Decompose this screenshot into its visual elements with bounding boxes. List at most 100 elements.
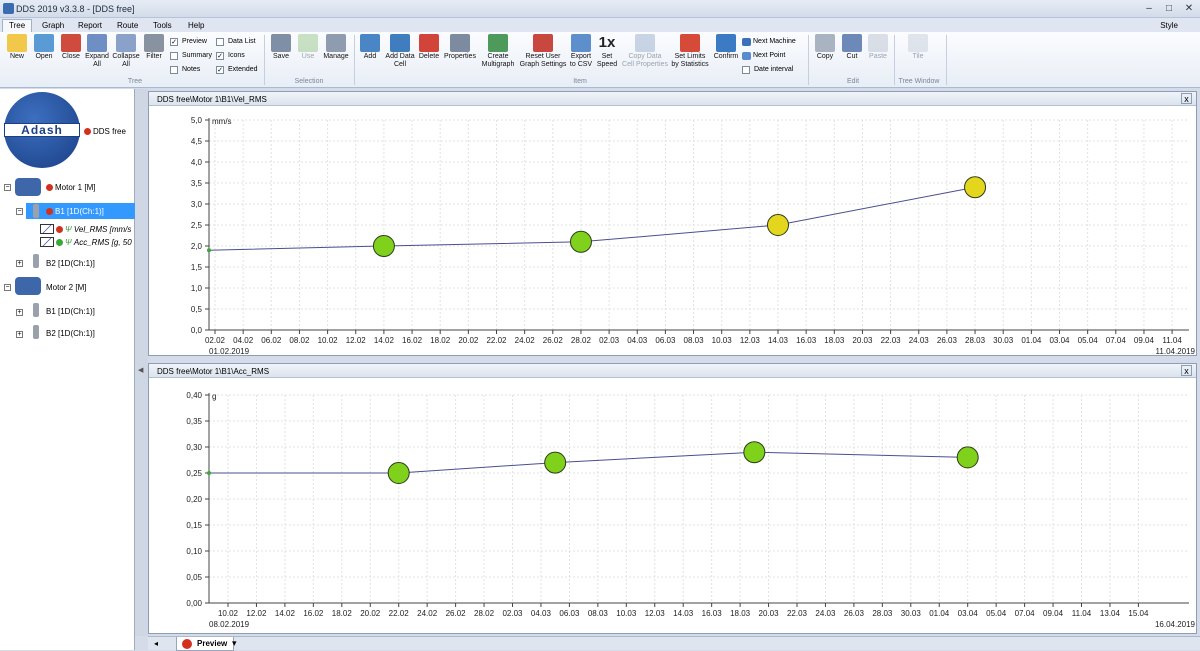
cut-button[interactable]: Cut (841, 34, 863, 61)
tree-root[interactable]: DDS free (84, 127, 126, 136)
x-tick-label: 03.04 (1049, 336, 1070, 345)
tree-node-motor2-b2[interactable]: B2 [1D(Ch:1)] (46, 329, 95, 338)
y-tick-label: 2,5 (191, 221, 203, 230)
tab-report[interactable]: Report (72, 20, 108, 32)
close-chart-button[interactable]: x (1181, 365, 1192, 376)
open-button[interactable]: Open (33, 34, 55, 61)
x-tick-label: 26.02 (446, 609, 467, 618)
tree-node-motor2[interactable]: Motor 2 [M] (46, 283, 86, 292)
x-start-date: 01.02.2019 (209, 347, 250, 355)
x-tick-label: 07.04 (1106, 336, 1127, 345)
statistics-icon (680, 34, 700, 52)
next-point-button[interactable]: Next Point (742, 51, 785, 61)
chart-header: DDS free\Motor 1\B1\Acc_RMS x (149, 364, 1196, 378)
y-tick-label: 5,0 (191, 116, 203, 125)
expand-icon (87, 34, 107, 52)
preview-tab-icon (182, 639, 192, 649)
notes-checkbox[interactable]: Notes (170, 65, 200, 75)
new-button[interactable]: New (6, 34, 28, 61)
x-tick-label: 03.04 (958, 609, 979, 618)
data-list-checkbox[interactable]: Data List (216, 37, 256, 47)
expander-icon[interactable]: + (16, 260, 23, 267)
x-tick-label: 30.03 (901, 609, 922, 618)
copy-button[interactable]: Copy (814, 34, 836, 61)
add-data-cell-button[interactable]: Add Data Cell (384, 34, 416, 69)
collapse-arrow-icon[interactable]: ◀ (138, 366, 143, 374)
extended-checkbox[interactable]: ✓ Extended (216, 65, 258, 75)
tab-route[interactable]: Route (111, 20, 144, 32)
close-button[interactable]: Close (60, 34, 82, 61)
tile-button[interactable]: Tile (906, 34, 930, 61)
x-tick-label: 02.03 (502, 609, 523, 618)
x-tick-label: 22.03 (787, 609, 808, 618)
close-chart-button[interactable]: x (1181, 93, 1192, 104)
create-multigraph-button[interactable]: Create Multigraph (479, 34, 517, 69)
data-point (387, 462, 410, 484)
set-limits-by-statistics-button[interactable]: Set Limits by Statistics (670, 34, 710, 69)
x-tick-label: 10.03 (616, 609, 637, 618)
expander-icon[interactable]: + (16, 309, 23, 316)
acc-rms-chart-panel: DDS free\Motor 1\B1\Acc_RMS x 0,00 0,05 0,… (148, 363, 1197, 634)
motor-icon (15, 178, 41, 196)
icons-checkbox[interactable]: ✓ Icons (216, 51, 245, 61)
minimize-icon[interactable]: – (1140, 2, 1158, 16)
manage-button[interactable]: Manage (321, 34, 351, 61)
tab-graph[interactable]: Graph (36, 20, 70, 32)
window-title: DDS 2019 v3.3.8 - [DDS free] (16, 4, 135, 14)
expander-icon[interactable]: − (16, 208, 23, 215)
cut-icon (842, 34, 862, 52)
sensor-icon (33, 254, 39, 268)
x-tick-label: 13.04 (1100, 609, 1121, 618)
tab-tree[interactable]: Tree (2, 19, 33, 32)
tab-tools[interactable]: Tools (147, 20, 178, 32)
scroll-left-icon[interactable]: ◂ (154, 639, 158, 648)
x-tick-label: 09.04 (1134, 336, 1155, 345)
x-tick-label: 28.03 (965, 336, 986, 345)
expander-icon[interactable]: + (16, 331, 23, 338)
splitter[interactable]: ◀ (135, 89, 148, 636)
tab-help[interactable]: Help (182, 20, 210, 32)
tree-node-b2[interactable]: B2 [1D(Ch:1)] (46, 259, 95, 268)
tree-node-acc-rms[interactable]: Ψ Acc_RMS [g, 50 (56, 238, 132, 247)
style-menu[interactable]: Style (1160, 21, 1178, 30)
status-bar: ◂ Preview ▾ (148, 636, 1200, 651)
copy-data-cell-properties-button[interactable]: Copy Data Cell Properties (622, 34, 668, 69)
export-to-csv-button[interactable]: Export to CSV (569, 34, 593, 69)
summary-checkbox[interactable]: Summary (170, 51, 212, 61)
x-tick-label: 28.03 (872, 609, 893, 618)
close-window-icon[interactable]: ✕ (1180, 2, 1198, 16)
tree-node-motor1[interactable]: Motor 1 [M] (46, 183, 95, 192)
x-tick-label: 18.02 (430, 336, 451, 345)
save-button[interactable]: Save (270, 34, 292, 61)
next-machine-button[interactable]: Next Machine (742, 37, 796, 47)
maximize-icon[interactable]: □ (1160, 2, 1178, 16)
paste-button[interactable]: Paste (866, 34, 890, 61)
expand-all-button[interactable]: Expand All (85, 34, 109, 69)
preview-checkbox[interactable]: ✓ Preview (170, 37, 207, 47)
preview-tab[interactable]: Preview (176, 637, 235, 651)
x-tick-label: 26.02 (543, 336, 564, 345)
delete-button[interactable]: Delete (418, 34, 440, 61)
x-tick-label: 16.02 (402, 336, 423, 345)
title-bar: DDS 2019 v3.3.8 - [DDS free] – □ ✕ (0, 0, 1200, 18)
expander-icon[interactable]: − (4, 184, 11, 191)
tree-node-b1[interactable]: B1 [1D(Ch:1)] (46, 207, 104, 216)
tree-node-motor2-b1[interactable]: B1 [1D(Ch:1)] (46, 307, 95, 316)
add-button[interactable]: Add (359, 34, 381, 61)
collapse-all-button[interactable]: Collapse All (112, 34, 140, 69)
multigraph-icon (488, 34, 508, 52)
add-tab-icon[interactable]: ▾ (232, 638, 237, 649)
set-speed-button[interactable]: 1x Set Speed (595, 34, 619, 69)
reset-user-graph-settings-button[interactable]: Reset User Graph Settings (519, 34, 567, 69)
tree-node-vel-rms[interactable]: Ψ Vel_RMS [mm/s (56, 225, 131, 234)
sensor-icon (33, 204, 39, 218)
y-tick-label: 0,30 (186, 443, 202, 452)
x-tick-label: 20.02 (458, 336, 479, 345)
use-button[interactable]: Use (297, 34, 319, 61)
filter-button[interactable]: Filter (143, 34, 165, 61)
y-tick-label: 1,0 (191, 284, 203, 293)
date-interval-checkbox[interactable]: Date interval (742, 65, 793, 75)
properties-button[interactable]: Properties (443, 34, 477, 61)
expander-icon[interactable]: − (4, 284, 11, 291)
confirm-button[interactable]: Confirm (712, 34, 740, 61)
